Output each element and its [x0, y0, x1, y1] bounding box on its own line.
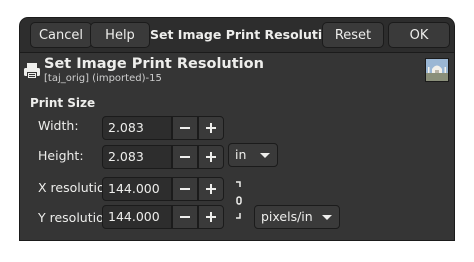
reset-button[interactable]: Reset	[322, 22, 384, 48]
chain-link-icon[interactable]	[235, 180, 243, 220]
resolution-unit-value: pixels/in	[261, 209, 313, 224]
printer-icon	[24, 63, 40, 79]
width-decrement-button[interactable]	[172, 116, 198, 140]
minus-icon	[180, 188, 190, 190]
help-button[interactable]: Help	[90, 22, 150, 48]
plus-icon	[206, 212, 216, 222]
plus-icon	[206, 184, 216, 194]
ok-button[interactable]: OK	[388, 22, 450, 48]
size-unit-value: in	[235, 147, 247, 162]
image-name: [taj_orig] (imported)-15	[44, 73, 162, 84]
width-input[interactable]: 2.083	[102, 116, 172, 140]
x-resolution-increment-button[interactable]	[198, 177, 224, 201]
window-title: Set Image Print Resolution	[150, 27, 340, 42]
width-increment-button[interactable]	[198, 116, 224, 140]
plus-icon	[206, 152, 216, 162]
minus-icon	[180, 127, 190, 129]
y-resolution-input[interactable]: 144.000	[102, 205, 172, 229]
height-label: Height:	[38, 148, 84, 163]
size-unit-dropdown[interactable]: in	[228, 143, 278, 167]
minus-icon	[180, 156, 190, 158]
height-input[interactable]: 2.083	[102, 145, 172, 169]
print-size-heading: Print Size	[30, 96, 96, 110]
image-thumbnail	[425, 58, 449, 82]
dialog-title: Set Image Print Resolution	[44, 56, 264, 72]
height-increment-button[interactable]	[198, 145, 224, 169]
x-resolution-input[interactable]: 144.000	[102, 177, 172, 201]
y-resolution-decrement-button[interactable]	[172, 205, 198, 229]
plus-icon	[206, 123, 216, 133]
header-bar: Cancel Help Set Image Print Resolution R…	[20, 18, 454, 53]
chevron-down-icon	[260, 153, 270, 158]
height-decrement-button[interactable]	[172, 145, 198, 169]
resolution-unit-dropdown[interactable]: pixels/in	[254, 205, 340, 229]
minus-icon	[180, 216, 190, 218]
width-label: Width:	[38, 118, 79, 133]
chevron-down-icon	[322, 215, 332, 220]
cancel-button[interactable]: Cancel	[30, 22, 92, 48]
print-resolution-dialog: Cancel Help Set Image Print Resolution R…	[20, 18, 454, 240]
x-resolution-decrement-button[interactable]	[172, 177, 198, 201]
y-resolution-increment-button[interactable]	[198, 205, 224, 229]
